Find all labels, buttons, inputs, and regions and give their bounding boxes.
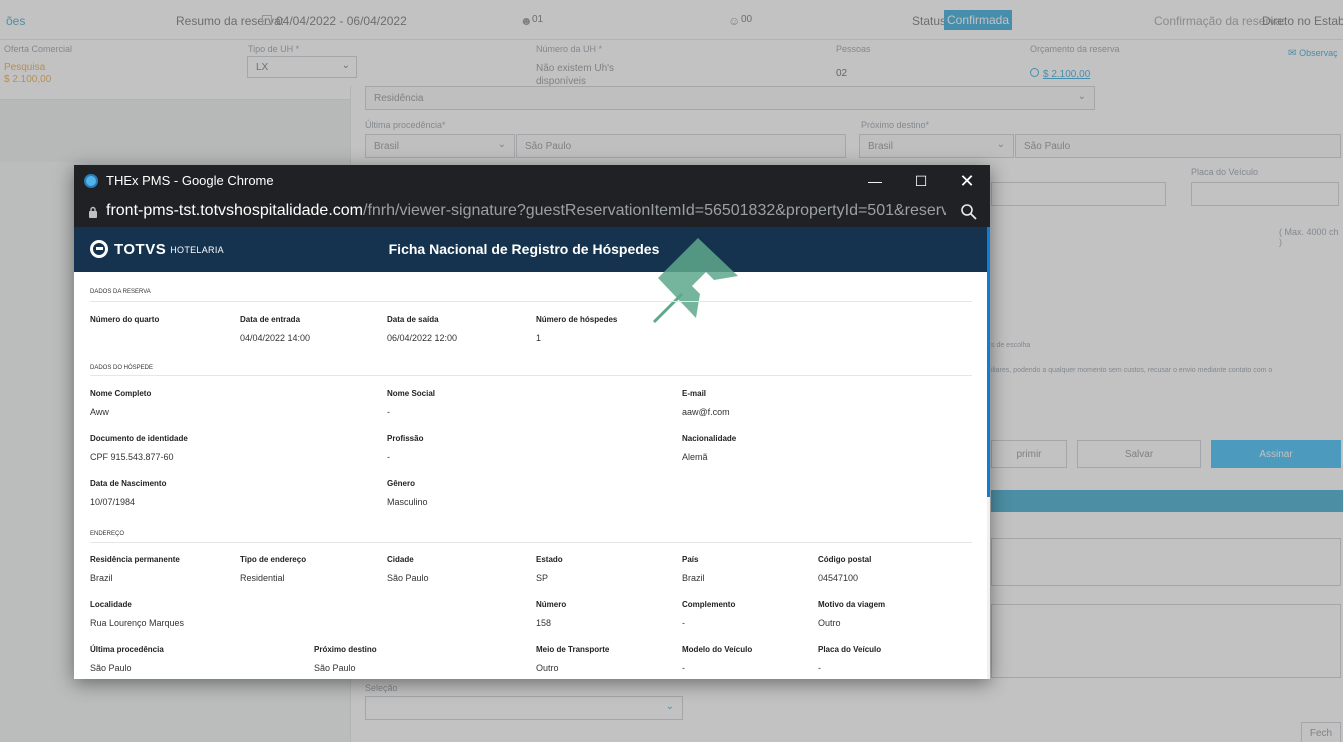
logo-brand: TOTVS — [114, 240, 167, 258]
gender-value: Masculino — [387, 497, 428, 507]
social-name-value: - — [387, 407, 390, 417]
lock-icon — [89, 206, 97, 218]
reservation-section-title: DADOS DA RESERVA — [90, 289, 151, 295]
url-path: /fnrh/viewer-signature?guestReservationI… — [363, 202, 946, 219]
document-title: Ficha Nacional de Registro de Hóspedes — [388, 241, 660, 257]
last-origin-value: São Paulo — [90, 663, 132, 673]
zoom-icon[interactable] — [960, 203, 978, 221]
vehicle-model-label: Modelo do Veículo — [682, 645, 753, 654]
maximize-icon[interactable]: ☐ — [898, 165, 944, 197]
locality-value: Rua Lourenço Marques — [90, 618, 185, 628]
transport-label: Meio de Transporte — [536, 645, 610, 654]
number-value: 158 — [536, 618, 552, 628]
address-type-label: Tipo de endereço — [240, 555, 307, 564]
country-value: Brazil — [682, 573, 705, 583]
divider — [90, 301, 972, 302]
close-icon[interactable]: ✕ — [944, 165, 990, 197]
travel-reason-label: Motivo da viagem — [818, 600, 886, 609]
number-label: Número — [536, 600, 567, 609]
vehicle-plate-label: Placa do Veículo — [818, 645, 882, 654]
chrome-app-icon — [84, 174, 98, 188]
guest-section-title: DADOS DO HÓSPEDE — [90, 365, 154, 371]
address-bar[interactable]: front-pms-tst.totvshospitalidade.com/fnr… — [74, 197, 990, 227]
state-label: Estado — [536, 555, 563, 564]
minimize-icon[interactable]: — — [852, 165, 898, 197]
checkout-value: 06/04/2022 12:00 — [387, 333, 458, 343]
social-name-label: Nome Social — [387, 389, 436, 398]
email-label: E-mail — [682, 389, 707, 398]
city-label: Cidade — [387, 555, 414, 564]
postal-code-label: Código postal — [818, 555, 872, 564]
window-title: THEx PMS - Google Chrome — [106, 173, 274, 188]
transport-value: Outro — [536, 663, 559, 673]
full-name-value: Aww — [90, 407, 109, 417]
divider — [90, 542, 972, 543]
gender-label: Gênero — [387, 479, 416, 488]
id-document-value: CPF 915.543.877-60 — [90, 452, 174, 462]
complement-value: - — [682, 618, 685, 628]
page-viewport[interactable]: TOTVS HOTELARIA Ficha Nacional de Regist… — [74, 227, 990, 679]
birth-date-value: 10/07/1984 — [90, 497, 136, 507]
nationality-label: Nacionalidade — [682, 434, 737, 443]
checkin-label: Data de entrada — [240, 315, 301, 324]
address-section-title: ENDEREÇO — [90, 531, 125, 537]
window-titlebar: THEx PMS - Google Chrome — ☐ ✕ — [74, 165, 990, 197]
next-destination-label: Próximo destino — [314, 645, 377, 654]
guests-count-label: Número de hóspedes — [536, 315, 618, 324]
checkout-label: Data de saída — [387, 315, 439, 324]
nationality-value: Alemã — [682, 452, 708, 462]
vehicle-model-value: - — [682, 663, 685, 673]
divider — [90, 375, 972, 376]
travel-reason-value: Outro — [818, 618, 841, 628]
address-type-value: Residential — [240, 573, 285, 583]
next-destination-value: São Paulo — [314, 663, 356, 673]
email-value: aaw@f.com — [682, 407, 730, 417]
totvs-logo-icon — [90, 240, 108, 258]
chrome-popup-window: THEx PMS - Google Chrome — ☐ ✕ front-pms… — [74, 165, 990, 679]
full-name-label: Nome Completo — [90, 389, 152, 398]
id-document-label: Documento de identidade — [90, 434, 188, 443]
scrollbar-thumb[interactable] — [987, 227, 990, 497]
state-value: SP — [536, 573, 549, 583]
complement-label: Complemento — [682, 600, 736, 609]
profession-value: - — [387, 452, 390, 462]
url-text[interactable]: front-pms-tst.totvshospitalidade.com/fnr… — [106, 202, 946, 220]
profession-label: Profissão — [387, 434, 424, 443]
logo-sub: HOTELARIA — [170, 245, 224, 255]
permanent-residence-label: Residência permanente — [90, 555, 180, 564]
birth-date-label: Data de Nascimento — [90, 479, 167, 488]
checkin-value: 04/04/2022 14:00 — [240, 333, 311, 343]
room-number-label: Número do quarto — [90, 315, 160, 324]
pushpin-icon — [652, 238, 738, 324]
totvs-logo: TOTVS HOTELARIA — [90, 240, 224, 258]
last-origin-label: Última procedência — [90, 645, 164, 654]
permanent-residence-value: Brazil — [90, 573, 113, 583]
locality-label: Localidade — [90, 600, 132, 609]
document-header: TOTVS HOTELARIA Ficha Nacional de Regist… — [74, 227, 987, 272]
postal-code-value: 04547100 — [818, 573, 859, 583]
city-value: São Paulo — [387, 573, 429, 583]
vehicle-plate-value: - — [818, 663, 821, 673]
url-host: front-pms-tst.totvshospitalidade.com — [106, 202, 363, 219]
country-label: País — [682, 555, 699, 564]
guests-count-value: 1 — [536, 333, 542, 343]
